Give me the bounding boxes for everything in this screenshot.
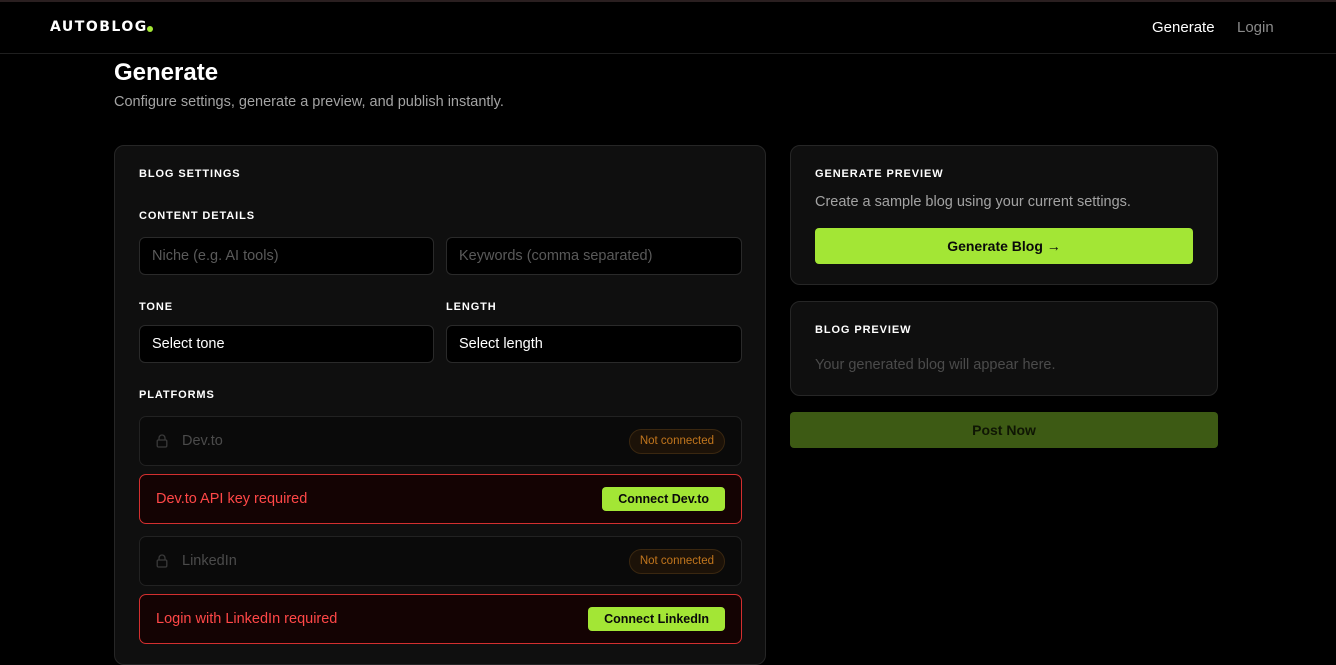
alert-linkedin: Login with LinkedIn required Connect Lin… — [139, 594, 742, 644]
navbar: AUTOBLOG Generate Login — [0, 2, 1336, 54]
blog-settings-heading: BLOG SETTINGS — [139, 168, 241, 180]
alert-text-devto: Dev.to API key required — [156, 491, 308, 507]
generate-preview-heading: GENERATE PREVIEW — [815, 168, 944, 180]
connect-devto-button[interactable]: Connect Dev.to — [602, 487, 725, 511]
status-badge-devto: Not connected — [628, 429, 725, 454]
brand-status-dot — [147, 26, 153, 32]
keywords-input[interactable] — [446, 237, 742, 275]
platform-row-linkedin: LinkedIn Not connected — [139, 536, 742, 586]
platforms-label: PLATFORMS — [139, 389, 215, 401]
connect-linkedin-button[interactable]: Connect LinkedIn — [588, 607, 725, 631]
status-badge-linkedin: Not connected — [628, 549, 725, 574]
content-details-label: CONTENT DETAILS — [139, 210, 255, 222]
page-title: Generate — [114, 59, 219, 86]
platform-name-devto: Dev.to — [182, 433, 223, 449]
nav-link-login[interactable]: Login — [1237, 19, 1274, 36]
nav-link-generate[interactable]: Generate — [1152, 19, 1215, 36]
lock-icon — [156, 554, 168, 568]
platform-row-devto: Dev.to Not connected — [139, 416, 742, 466]
blog-preview-placeholder: Your generated blog will appear here. — [815, 357, 1056, 373]
alert-text-linkedin: Login with LinkedIn required — [156, 611, 338, 627]
blog-settings-card: BLOG SETTINGS CONTENT DETAILS TONE LENGT… — [114, 145, 766, 665]
length-select[interactable]: Select length — [446, 325, 742, 363]
post-now-button[interactable]: Post Now — [790, 412, 1218, 448]
tone-select[interactable]: Select tone — [139, 325, 434, 363]
brand-logo[interactable]: AUTOBLOG — [50, 19, 148, 35]
generate-blog-button[interactable]: Generate Blog → — [815, 228, 1193, 264]
generate-preview-card: GENERATE PREVIEW Create a sample blog us… — [790, 145, 1218, 285]
generate-preview-description: Create a sample blog using your current … — [815, 194, 1131, 210]
blog-preview-heading: BLOG PREVIEW — [815, 324, 912, 336]
lock-icon — [156, 434, 168, 448]
blog-preview-card: BLOG PREVIEW Your generated blog will ap… — [790, 301, 1218, 396]
platform-name-linkedin: LinkedIn — [182, 553, 237, 569]
page-subtitle: Configure settings, generate a preview, … — [114, 94, 504, 110]
length-label: LENGTH — [446, 301, 497, 313]
alert-devto: Dev.to API key required Connect Dev.to — [139, 474, 742, 524]
tone-label: TONE — [139, 301, 173, 313]
niche-input[interactable] — [139, 237, 434, 275]
